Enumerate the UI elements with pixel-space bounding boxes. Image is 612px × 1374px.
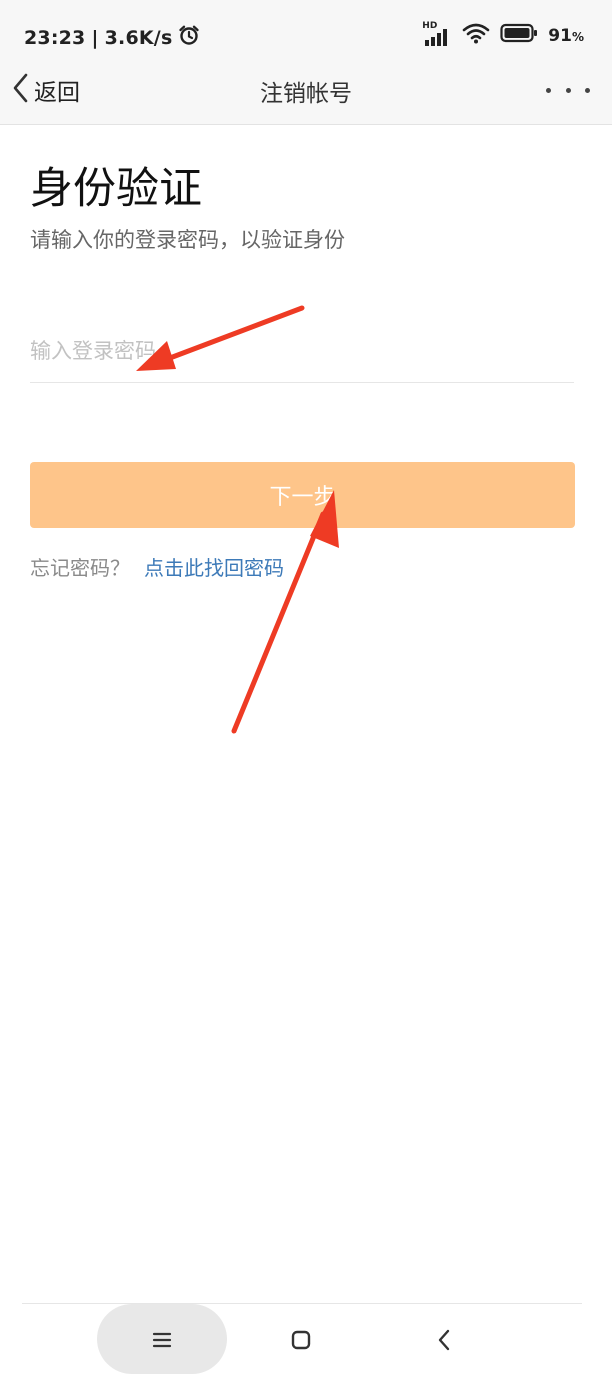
system-back-button[interactable]	[436, 1328, 454, 1356]
arrow-to-password	[136, 305, 305, 371]
menu-button[interactable]	[152, 1332, 172, 1352]
back-icon	[436, 1329, 454, 1356]
arrow-to-next	[231, 490, 339, 734]
annotation-arrows	[136, 305, 339, 734]
home-icon	[290, 1330, 312, 1354]
home-button[interactable]	[290, 1330, 312, 1354]
menu-icon	[152, 1332, 172, 1352]
system-nav-bar	[0, 1304, 612, 1374]
